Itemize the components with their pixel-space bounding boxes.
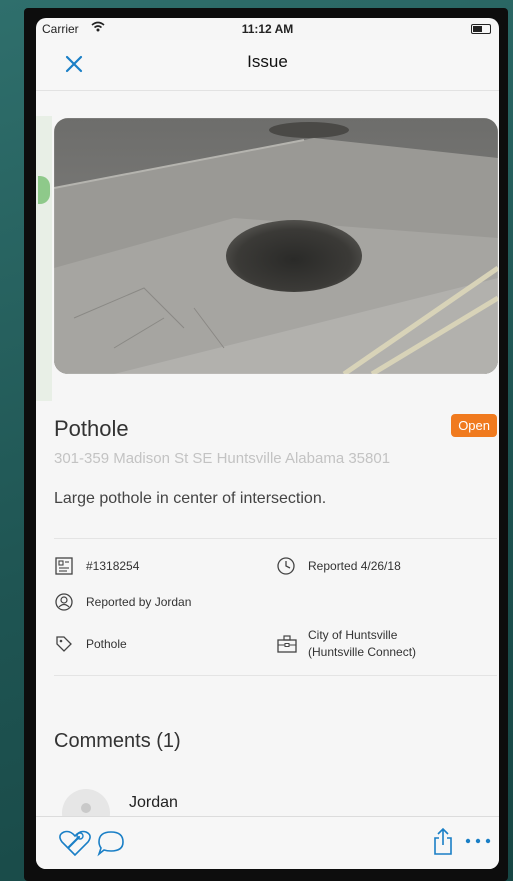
issue-title: Pothole	[54, 416, 129, 441]
more-icon[interactable]	[464, 837, 492, 845]
issue-id-row: #1318254	[54, 556, 254, 578]
issue-address: 301-359 Madison St SE Huntsville Alabama…	[54, 450, 391, 467]
share-icon[interactable]	[432, 827, 454, 857]
divider	[54, 675, 497, 676]
nav-bar: Issue	[36, 40, 499, 91]
agency-name: City of Huntsville	[308, 628, 398, 642]
page-title: Issue	[247, 52, 288, 71]
reported-date: Reported 4/26/18	[308, 559, 401, 573]
tag-icon	[56, 636, 72, 652]
comment-author: Jordan	[129, 794, 178, 811]
status-bar: Carrier 11:12 AM	[36, 18, 499, 40]
heart-wrench-icon[interactable]	[58, 829, 92, 857]
comments-heading: Comments (1)	[54, 730, 181, 752]
issue-photo[interactable]	[54, 118, 498, 374]
map-background	[36, 116, 52, 401]
phone-screen: Carrier 11:12 AM Issue Pothole Open 301-…	[36, 18, 499, 869]
bottom-toolbar	[36, 816, 499, 869]
divider	[54, 538, 497, 539]
issue-id: #1318254	[86, 559, 140, 573]
agency-subname: (Huntsville Connect)	[308, 645, 417, 659]
status-badge: Open	[451, 414, 497, 437]
reported-date-row: Reported 4/26/18	[276, 556, 476, 578]
reported-by-row: Reported by Jordan	[54, 592, 274, 614]
user-icon	[55, 593, 73, 611]
clock-icon	[277, 557, 295, 575]
briefcase-icon	[277, 635, 297, 653]
comment-icon[interactable]	[96, 829, 126, 857]
clock-time: 11:12 AM	[241, 22, 294, 36]
issue-description: Large pothole in center of intersection.	[54, 490, 327, 507]
id-card-icon	[55, 557, 73, 575]
issue-category: Pothole	[86, 637, 127, 651]
category-row: Pothole	[54, 634, 254, 656]
reported-by: Reported by Jordan	[86, 595, 192, 609]
agency-row: City of Huntsville (Huntsville Connect)	[276, 628, 496, 668]
battery-icon	[471, 24, 491, 34]
